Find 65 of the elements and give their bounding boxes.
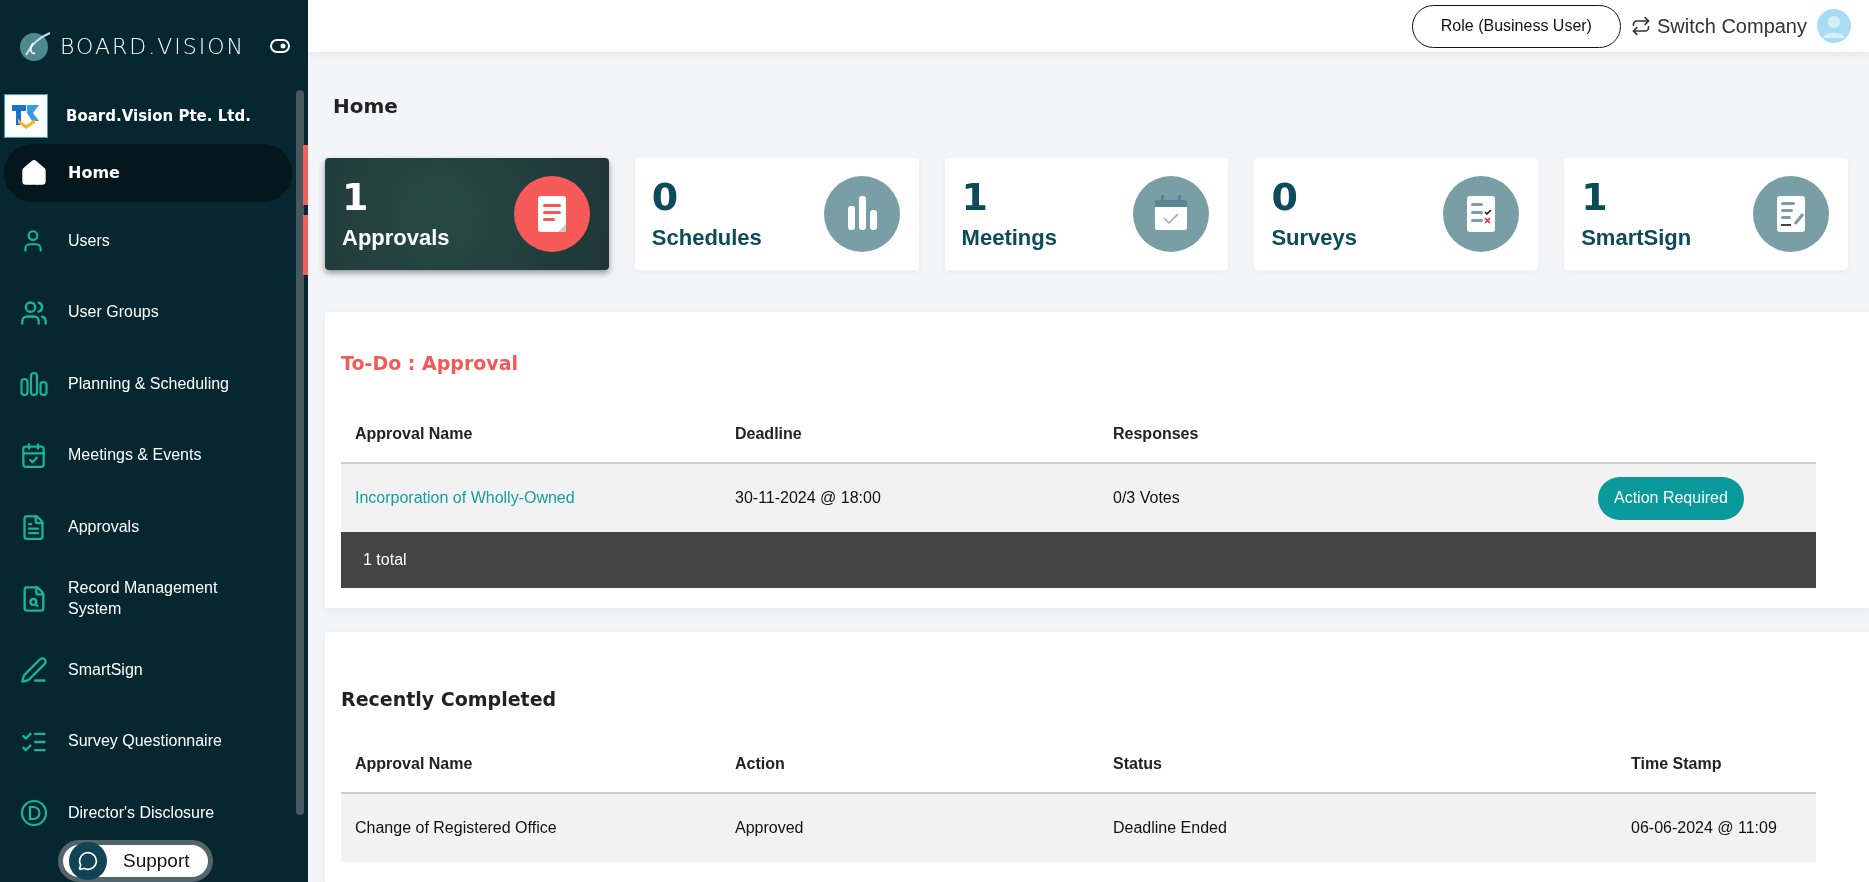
document-icon — [511, 174, 592, 254]
table-cell-text: Change of Registered Office — [355, 819, 558, 837]
nav-item[interactable]: Home — [4, 144, 292, 202]
avatar-icon[interactable] — [1817, 9, 1851, 43]
column-header: Status — [1113, 755, 1163, 773]
checklist-icon — [1441, 174, 1522, 254]
column-header: Deadline — [735, 425, 803, 443]
nav-item[interactable]: Meetings & Events — [4, 434, 292, 477]
table-cell-text: Approved — [735, 819, 805, 837]
section-title: Recently Completed — [341, 687, 558, 712]
summary-card[interactable]: 0 Surveys — [1254, 158, 1539, 270]
scrollbar[interactable] — [296, 90, 304, 815]
letter-circle-icon — [20, 799, 50, 827]
card-label: Meetings — [961, 224, 1057, 251]
nav-item[interactable]: SmartSign — [4, 649, 292, 691]
brand-logo-icon — [18, 29, 52, 63]
brand-name: BOARD.VISION — [60, 33, 246, 59]
nav-item[interactable]: Record Management System — [4, 577, 292, 620]
support-button[interactable]: Support — [58, 840, 213, 882]
switch-company-button[interactable]: Switch Company — [1630, 14, 1807, 38]
scroll-marker — [303, 145, 308, 205]
card-label: Surveys — [1271, 224, 1357, 251]
nav-item[interactable]: Users — [4, 220, 292, 262]
bars-icon — [20, 371, 50, 397]
calendar-icon — [1131, 174, 1212, 254]
nav-item[interactable]: Survey Questionnaire — [4, 720, 292, 763]
card-label: SmartSign — [1581, 224, 1692, 251]
card-label: Approvals — [342, 224, 450, 251]
total-count: 1 total — [363, 551, 407, 569]
nav-item[interactable]: Director's Disclosure — [4, 792, 292, 834]
card-count: 0 — [1271, 177, 1299, 219]
bar-chart-icon — [821, 174, 902, 254]
role-button[interactable]: Role (Business User) — [1411, 4, 1621, 48]
signed-document-icon — [1751, 174, 1831, 254]
nav-item[interactable]: User Groups — [4, 291, 292, 334]
page-title: Home — [333, 94, 399, 118]
column-header: Action — [735, 755, 786, 773]
company-name: Board.Vision Pte. Ltd. — [66, 107, 251, 125]
table-cell-text: 0/3 Votes — [1113, 489, 1181, 507]
table-cell-text: 06-06-2024 @ 11:09 — [1631, 819, 1778, 837]
table-cell-text: 30-11-2024 @ 18:00 — [735, 489, 882, 507]
switch-icon — [1630, 16, 1651, 36]
pen-icon — [20, 656, 50, 684]
column-header: Approval Name — [355, 755, 474, 773]
column-header: Responses — [1113, 425, 1200, 443]
card-count: 1 — [342, 177, 370, 219]
column-header: Approval Name — [355, 425, 474, 443]
toggle-icon[interactable] — [270, 39, 290, 53]
card-count: 0 — [651, 177, 680, 219]
scroll-marker — [303, 215, 308, 275]
company-logo — [4, 94, 48, 138]
card-count: 1 — [1581, 177, 1609, 219]
chat-icon — [69, 842, 107, 880]
nav-item[interactable]: Approvals — [4, 506, 292, 548]
card-count: 1 — [961, 177, 990, 219]
summary-card[interactable]: 1 Approvals — [325, 158, 609, 270]
nav-item[interactable]: Planning & Scheduling — [4, 363, 292, 405]
summary-card[interactable]: 0 Schedules — [634, 158, 919, 270]
users-icon — [20, 298, 50, 327]
section-title: To-Do : Approval — [341, 351, 520, 376]
card-label: Schedules — [651, 224, 762, 251]
column-header: Time Stamp — [1631, 755, 1723, 773]
summary-card[interactable]: 1 Meetings — [944, 158, 1229, 270]
table-cell-text: Deadline Ended — [1113, 819, 1228, 837]
summary-card[interactable]: 1 SmartSign — [1564, 158, 1848, 270]
